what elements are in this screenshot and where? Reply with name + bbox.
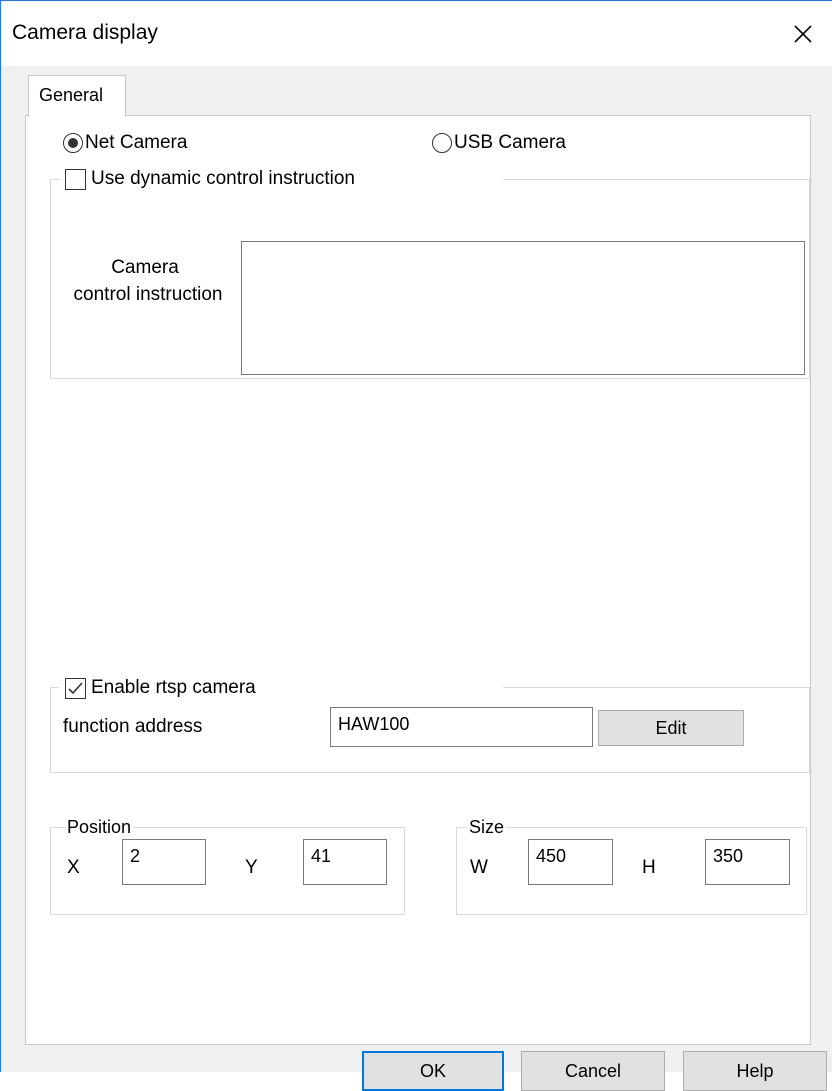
- net-camera-radio[interactable]: [63, 133, 83, 153]
- window-title: Camera display: [12, 21, 158, 44]
- function-address-value: HAW100: [338, 714, 410, 734]
- function-address-label: function address: [63, 716, 203, 737]
- size-h-input[interactable]: 350: [705, 839, 790, 885]
- function-address-input[interactable]: HAW100: [330, 707, 593, 747]
- use-dynamic-control-checkbox[interactable]: [65, 169, 86, 190]
- radio-selected-dot: [68, 138, 78, 148]
- camera-control-instruction-textarea[interactable]: [241, 241, 805, 375]
- usb-camera-label: USB Camera: [454, 132, 566, 153]
- close-icon: [794, 25, 812, 43]
- y-label: Y: [245, 857, 258, 878]
- net-camera-label: Net Camera: [85, 132, 188, 153]
- enable-rtsp-label: Enable rtsp camera: [91, 677, 256, 698]
- h-label: H: [642, 857, 656, 878]
- ok-button[interactable]: OK: [362, 1051, 504, 1091]
- position-y-input[interactable]: 41: [303, 839, 387, 885]
- tab-general-label: General: [39, 85, 104, 105]
- w-label: W: [470, 857, 488, 878]
- size-h-value: 350: [713, 846, 744, 866]
- checkmark-icon: [68, 682, 83, 695]
- position-y-value: 41: [311, 846, 332, 866]
- title-bar: Camera display: [2, 2, 832, 66]
- camera-instruction-label-line2: control instruction: [73, 284, 223, 305]
- cancel-button[interactable]: Cancel: [521, 1051, 665, 1091]
- close-button[interactable]: [773, 2, 832, 66]
- help-button[interactable]: Help: [683, 1051, 827, 1091]
- edit-button[interactable]: Edit: [598, 710, 744, 746]
- camera-display-dialog: Camera display General Net Camera USB Ca…: [0, 0, 832, 1091]
- enable-rtsp-checkbox[interactable]: [65, 678, 86, 699]
- size-group-label: Size: [467, 817, 507, 838]
- size-w-value: 450: [536, 846, 567, 866]
- x-label: X: [67, 857, 80, 878]
- usb-camera-radio[interactable]: [432, 133, 452, 153]
- position-x-input[interactable]: 2: [122, 839, 206, 885]
- camera-instruction-label-line1: Camera: [111, 257, 179, 278]
- tab-general[interactable]: General: [28, 75, 126, 117]
- size-w-input[interactable]: 450: [528, 839, 613, 885]
- position-group-label: Position: [65, 817, 134, 838]
- use-dynamic-control-label: Use dynamic control instruction: [91, 168, 355, 189]
- position-x-value: 2: [130, 846, 141, 866]
